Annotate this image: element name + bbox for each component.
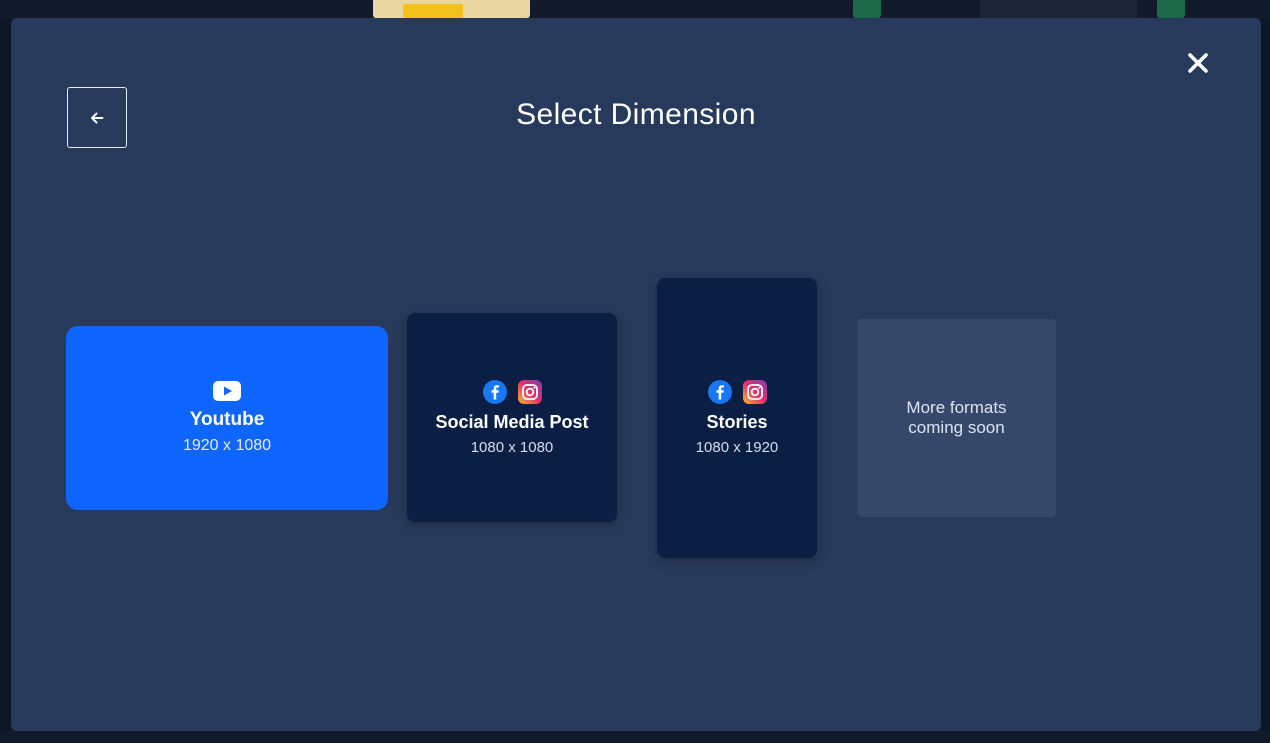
format-card-youtube[interactable]: Youtube 1920 x 1080 <box>66 326 388 510</box>
facebook-icon <box>482 379 507 404</box>
background-badge <box>1157 0 1185 18</box>
select-dimension-modal: Select Dimension Youtube 1920 x 1080 Soc… <box>11 18 1261 731</box>
more-formats-message: More formats coming soon <box>906 398 1007 437</box>
format-dimensions: 1920 x 1080 <box>182 437 272 454</box>
youtube-icon <box>213 381 241 401</box>
close-icon <box>1188 53 1208 73</box>
format-dimensions: 1080 x 1920 <box>695 439 779 456</box>
format-dimensions: 1080 x 1080 <box>470 438 554 456</box>
close-button[interactable] <box>1185 50 1211 76</box>
modal-title: Select Dimension <box>516 98 756 131</box>
format-card-social-media-post[interactable]: Social Media Post 1080 x 1080 <box>407 313 617 522</box>
background-badge <box>853 0 881 18</box>
more-formats-placeholder: More formats coming soon <box>857 319 1056 517</box>
instagram-icon <box>742 380 767 404</box>
instagram-icon <box>517 379 542 404</box>
format-name: Social Media Post <box>435 411 589 432</box>
format-icons <box>482 379 542 404</box>
format-icons <box>707 380 767 404</box>
background-page-strip <box>0 0 1270 18</box>
background-thumbnail <box>373 0 530 18</box>
background-thumbnail <box>980 0 1137 18</box>
facebook-icon <box>707 380 732 404</box>
format-card-stories[interactable]: Stories 1080 x 1920 <box>657 278 817 558</box>
format-name: Youtube <box>189 409 265 430</box>
background-page-bottom <box>0 731 1270 743</box>
format-name: Stories <box>706 412 768 432</box>
